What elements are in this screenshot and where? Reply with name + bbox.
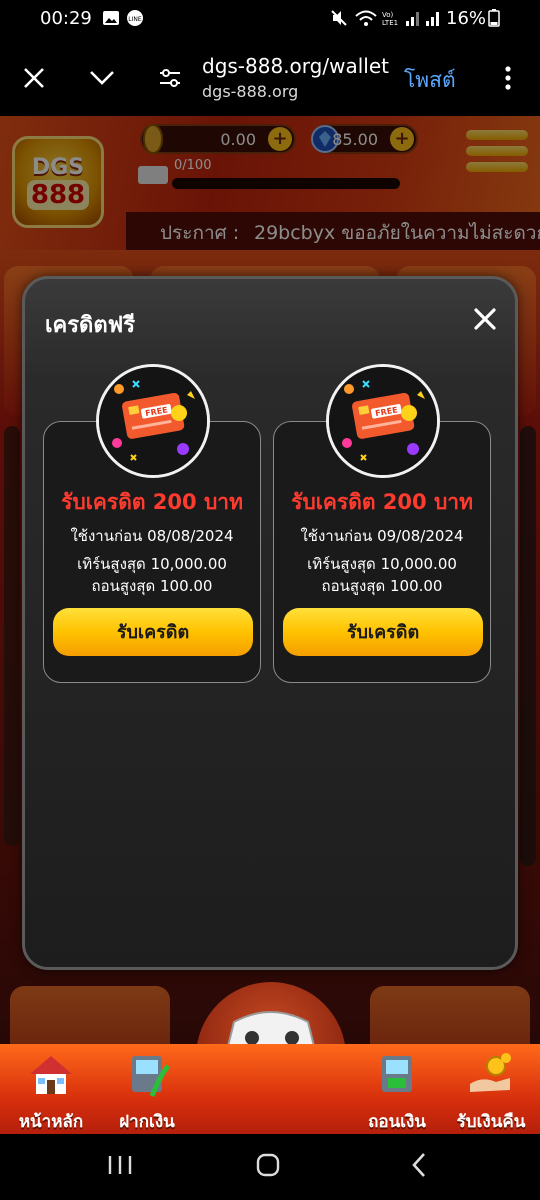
credit-card-offer: FREE รับเครดิต 200 บาท ใช้งานก่อน 08/08/… [43,364,261,683]
cashback-icon [470,1053,511,1092]
offer-max-withdraw: ถอนสูงสุด 100.00 [91,577,213,595]
tune-icon [160,69,180,87]
nav-cashback[interactable]: รับเงินคืน [446,1052,536,1132]
nav-home-label: หน้าหลัก [18,1112,84,1132]
nav-home[interactable]: หน้าหลัก [6,1052,96,1132]
collapse-button[interactable] [82,58,122,98]
free-credit-modal: เครดิตฟรี FREE รับเครดิต 200 บาท ใช้งานก… [22,276,518,970]
offer-turnover: เทิร์นสูงสุด 10,000.00 [307,555,457,573]
bottom-navigation: หน้าหลัก ฝากเงิน ถอนเงิน รับเงินคืน [0,1044,540,1134]
free-card-badge: FREE [96,364,210,478]
line-app-icon: LINE [127,10,143,26]
gallery-icon [103,11,119,25]
close-icon [24,68,44,88]
free-credit-card-icon: FREE [329,367,437,475]
host-text: dgs-888.org [202,82,299,101]
status-time: 00:29 [40,8,92,29]
modal-title: เครดิตฟรี [45,313,136,338]
site-settings-button[interactable] [150,58,190,98]
battery-percent: 16% [446,8,487,29]
signal-icon-2 [426,12,439,26]
offer-turnover: เทิร์นสูงสุด 10,000.00 [77,555,227,573]
free-card-badge: FREE [326,364,440,478]
withdraw-icon [382,1056,412,1092]
nav-withdraw-label: ถอนเงิน [368,1112,426,1132]
offer-title: รับเครดิต 200 บาท [291,490,473,514]
deposit-icon [132,1056,170,1097]
offer-expiry: ใช้งานก่อน 09/08/2024 [300,527,464,545]
system-navigation-bar [0,1134,540,1200]
free-credit-card-icon: FREE [99,367,207,475]
offer-expiry: ใช้งานก่อน 08/08/2024 [70,527,234,545]
offer-title: รับเครดิต 200 บาท [61,490,243,514]
url-text[interactable]: dgs-888.org/wallet [202,54,389,78]
claim-credit-button[interactable]: รับเครดิต [283,608,483,656]
home-icon [30,1056,72,1094]
svg-text:LTE1: LTE1 [382,19,398,27]
wifi-icon [355,10,377,26]
signal-icon-1 [406,12,419,26]
status-bar: 00:29 LINE Vo) LTE1 16% [0,0,540,40]
browser-toolbar: dgs-888.org/wallet dgs-888.org โพสต์ [0,40,540,116]
nav-withdraw[interactable]: ถอนเงิน [352,1052,442,1132]
nav-deposit-label: ฝากเงิน [119,1112,175,1132]
back-icon[interactable] [400,1150,440,1180]
post-button[interactable]: โพสต์ [404,64,456,97]
credit-card-offer: FREE รับเครดิต 200 บาท ใช้งานก่อน 09/08/… [273,364,491,683]
offer-max-withdraw: ถอนสูงสุด 100.00 [321,577,443,595]
chevron-down-icon [90,71,114,85]
mute-icon [331,10,347,26]
claim-credit-button[interactable]: รับเครดิต [53,608,253,656]
svg-text:Vo): Vo) [382,11,394,19]
battery-icon [488,9,500,27]
nav-cashback-label: รับเงินคืน [456,1112,526,1132]
svg-text:LINE: LINE [128,16,142,23]
more-vert-icon [505,66,511,90]
recent-apps-icon[interactable] [100,1150,140,1180]
close-tab-button[interactable] [14,58,54,98]
close-modal-icon[interactable] [469,303,501,335]
nav-deposit[interactable]: ฝากเงิน [102,1052,192,1132]
volte-icon: Vo)LTE1 [382,11,398,27]
home-circle-icon[interactable] [248,1150,288,1180]
more-options-button[interactable] [488,58,528,98]
